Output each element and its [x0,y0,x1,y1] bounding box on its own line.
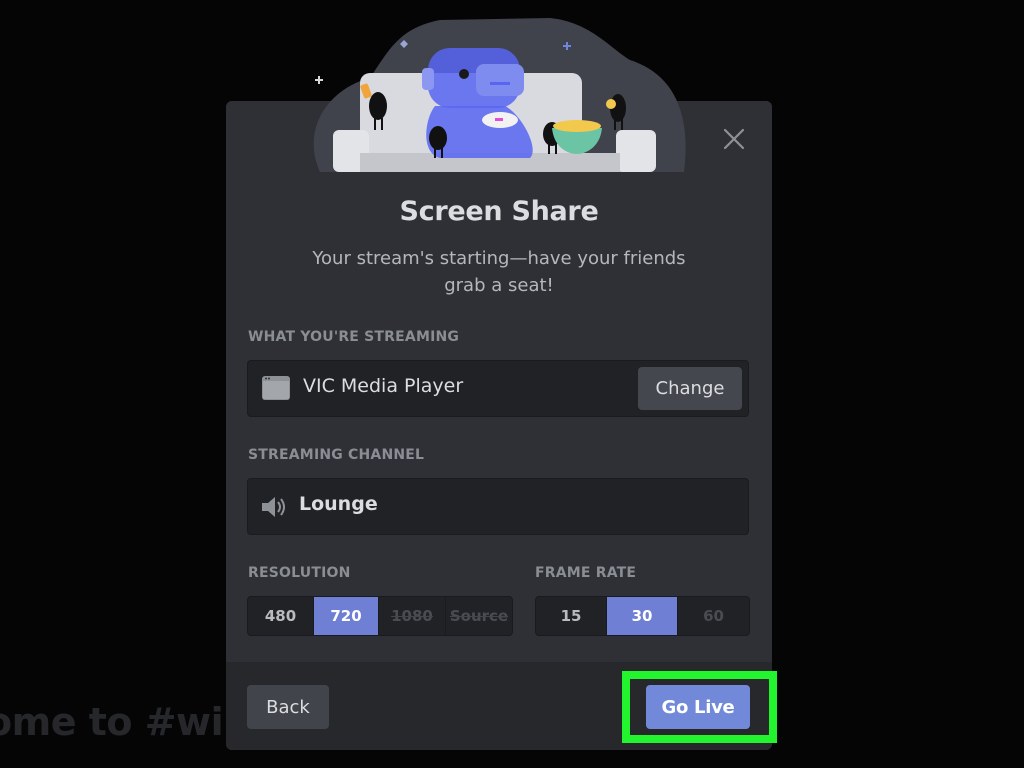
channel-welcome-heading: ome to #wik [0,700,248,744]
frame-rate-option-15[interactable]: 15 [536,597,607,635]
go-live-button[interactable]: Go Live [646,685,750,729]
speaker-icon [262,497,285,517]
modal-title: Screen Share [399,196,599,227]
streaming-source-label: What you're streaming [248,329,460,345]
streaming-channel-name: Lounge [299,493,378,515]
close-button[interactable] [719,124,749,154]
streaming-source-name: VIC Media Player [303,375,464,397]
couch-illustration [313,18,686,172]
streaming-source-field: VIC Media Player Change [247,360,749,417]
frame-rate-label: Frame Rate [535,565,637,581]
close-icon [723,128,745,150]
frame-rate-option-60[interactable]: 60 [678,597,749,635]
app-window-icon [262,376,290,400]
frame-rate-option-30[interactable]: 30 [607,597,678,635]
frame-rate-selector: 15 30 60 [535,596,750,636]
resolution-selector: 480 720 1080 Source [247,596,513,636]
resolution-option-1080[interactable]: 1080 [379,597,446,635]
back-button[interactable]: Back [247,685,329,729]
resolution-label: Resolution [248,565,351,581]
sparkle-icon [315,76,323,84]
streaming-channel-field: Lounge [247,478,749,535]
modal-subtitle: Your stream's starting—have your friends… [312,248,686,296]
resolution-option-480[interactable]: 480 [248,597,314,635]
change-source-button[interactable]: Change [638,367,742,410]
resolution-option-source[interactable]: Source [446,597,512,635]
resolution-option-720[interactable]: 720 [314,597,379,635]
streaming-channel-label: Streaming Channel [248,447,425,463]
